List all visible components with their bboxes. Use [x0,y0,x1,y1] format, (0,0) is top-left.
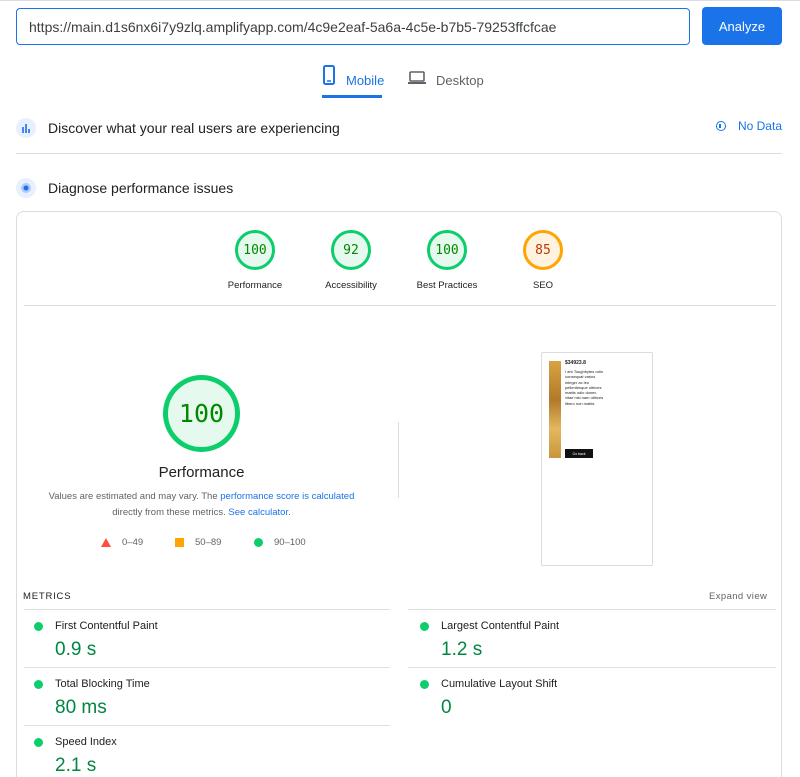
no-data-link[interactable]: No Data [715,119,782,133]
metric-divider [408,609,776,610]
metric-divider [24,609,390,610]
legend-average: 50–89 [175,537,221,548]
tab-desktop-label: Desktop [436,73,484,88]
square-icon [175,538,184,547]
users-chart-icon [16,118,36,138]
diagnose-icon [16,178,36,198]
legend-good: 90–100 [254,537,306,548]
metric-value: 0.9 s [55,639,97,660]
good-dot-icon [34,737,43,747]
metric-label: Speed Index [55,736,117,748]
good-dot-icon [34,621,43,631]
metric-label: First Contentful Paint [55,620,158,632]
screenshot-text: I am Toughbytes odio consequat varius in… [565,369,604,406]
score-value: 85 [523,230,563,270]
analyze-button[interactable]: Analyze [702,7,782,45]
top-border [0,0,800,1]
metrics-heading: METRICS [23,591,72,602]
tab-mobile[interactable]: Mobile [322,64,385,98]
metric-lcp: Largest Contentful Paint 1.2 s [408,620,559,661]
score-label: SEO [532,280,554,291]
score-label: Performance [227,280,283,291]
no-data-label: No Data [737,119,782,133]
screenshot-title: $34923.8 [565,360,586,366]
url-input[interactable] [16,8,690,45]
metric-value: 1.2 s [441,639,483,660]
page-screenshot: $34923.8 I am Toughbytes odio consequat … [541,352,653,566]
diagnose-title: Diagnose performance issues [48,180,234,196]
performance-title: Performance [158,464,245,481]
metric-divider [24,667,390,668]
good-dot-icon [420,679,429,689]
metric-label: Cumulative Layout Shift [441,678,558,690]
expand-view-button[interactable]: Expand view [709,591,767,602]
diagnose-section: Diagnose performance issues [16,178,782,198]
score-gauge-performance[interactable]: 100 Performance [215,230,295,291]
legend-label: 0–49 [122,537,144,548]
metric-label: Largest Contentful Paint [441,620,560,632]
explain-text: . [288,507,291,518]
triangle-icon [101,538,111,547]
metric-label: Total Blocking Time [55,678,150,690]
discover-title: Discover what your real users are experi… [48,120,340,136]
metric-value: 80 ms [55,697,107,718]
score-calculated-link[interactable]: performance score is calculated [220,491,354,502]
score-value: 92 [331,230,371,270]
metric-divider [24,725,390,726]
score-label: Best Practices [416,280,478,291]
tab-desktop[interactable]: Desktop [408,64,488,98]
performance-score-gauge: 100 [163,375,240,452]
metric-fcp: First Contentful Paint 0.9 s [22,620,158,661]
score-value: 100 [427,230,467,270]
legend-label: 50–89 [195,537,222,548]
good-dot-icon [420,621,429,631]
tab-mobile-label: Mobile [346,73,385,88]
legend-poor: 0–49 [101,537,143,548]
score-value: 100 [235,230,275,270]
good-dot-icon [34,679,43,689]
screenshot-button: Go back [565,449,593,458]
smartphone-icon [322,64,336,89]
metric-divider [408,667,776,668]
laptop-icon [408,71,426,88]
metric-speed-index: Speed Index 2.1 s [22,736,117,777]
gauges-divider [24,305,776,306]
section-divider [16,153,782,154]
see-calculator-link[interactable]: See calculator [228,507,288,518]
metric-value: 0 [441,697,452,718]
metric-tbt: Total Blocking Time 80 ms [22,678,150,719]
info-icon [715,121,726,131]
score-label: Accessibility [325,280,377,291]
score-gauge-best-practices[interactable]: 100 Best Practices [407,230,487,291]
vertical-divider [398,422,399,498]
metric-cls: Cumulative Layout Shift 0 [408,678,557,719]
circle-icon [254,538,263,547]
score-gauge-accessibility[interactable]: 92 Accessibility [311,230,391,291]
explain-text: Values are estimated and may vary. The [48,491,221,502]
performance-explanation: Values are estimated and may vary. The p… [40,489,363,521]
discover-section: Discover what your real users are experi… [16,118,782,138]
metric-value: 2.1 s [55,755,97,776]
screenshot-image [549,361,561,458]
legend-label: 90–100 [274,537,306,548]
explain-text: directly from these metrics. [112,507,229,518]
score-gauge-seo[interactable]: 85 SEO [503,230,583,291]
